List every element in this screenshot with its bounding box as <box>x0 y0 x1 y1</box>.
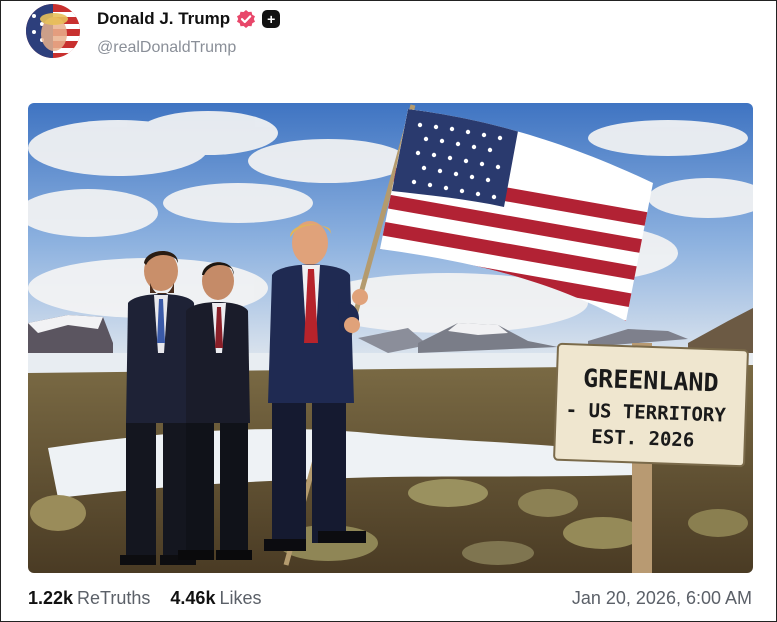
likes-label: Likes <box>219 588 262 608</box>
sign-line-1: GREENLAND <box>583 364 719 398</box>
retruths-label: ReTruths <box>77 588 151 608</box>
verified-icon <box>236 9 256 29</box>
retruths-stat[interactable]: 1.22k ReTruths <box>28 588 150 609</box>
author-row: Donald J. Trump + <box>97 9 281 29</box>
greenland-sign: GREENLAND - US TERRITORY EST. 2026 <box>553 342 749 468</box>
avatar[interactable] <box>26 4 80 58</box>
author-handle[interactable]: @realDonaldTrump <box>97 39 236 57</box>
post-card: Donald J. Trump + @realDonaldTrump GREEN… <box>0 0 777 622</box>
likes-count: 4.46k <box>170 588 216 608</box>
sign-line-3: EST. 2026 <box>591 426 695 452</box>
retruths-count: 1.22k <box>28 588 74 608</box>
post-timestamp[interactable]: Jan 20, 2026, 6:00 AM <box>572 588 752 609</box>
plus-icon: + <box>262 10 281 28</box>
post-image[interactable]: GREENLAND - US TERRITORY EST. 2026 <box>28 103 753 573</box>
author-name[interactable]: Donald J. Trump <box>97 9 230 29</box>
likes-stat[interactable]: 4.46k Likes <box>170 588 261 609</box>
post-footer: 1.22k ReTruths 4.46k Likes Jan 20, 2026, 6… <box>28 588 752 609</box>
